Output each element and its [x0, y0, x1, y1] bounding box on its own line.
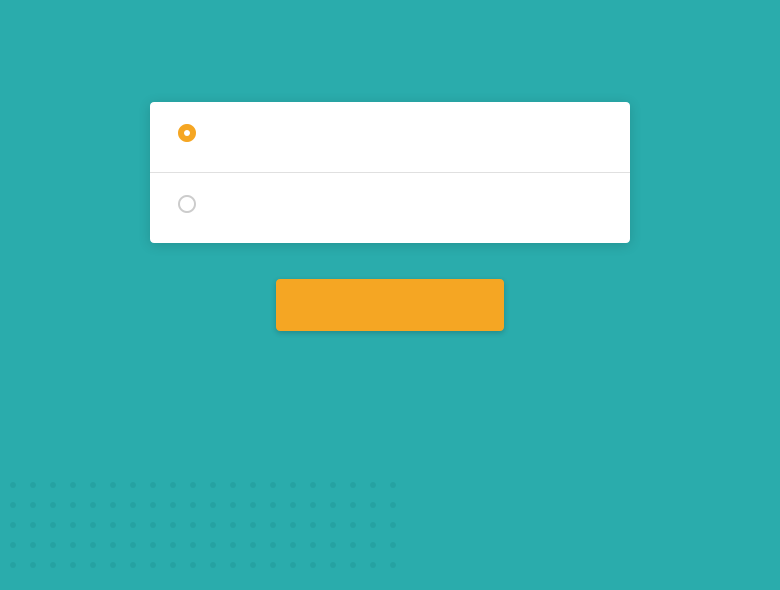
- radio-free: [178, 124, 196, 142]
- next-button[interactable]: [276, 279, 504, 331]
- title-bar: [0, 0, 780, 32]
- option-pro-header: [178, 195, 602, 213]
- radio-pro: [178, 195, 196, 213]
- close-button[interactable]: [744, 4, 768, 28]
- option-pro[interactable]: [150, 173, 630, 243]
- option-free-header: [178, 124, 602, 142]
- options-container: [150, 102, 630, 243]
- option-free[interactable]: [150, 102, 630, 173]
- main-content: [0, 32, 780, 590]
